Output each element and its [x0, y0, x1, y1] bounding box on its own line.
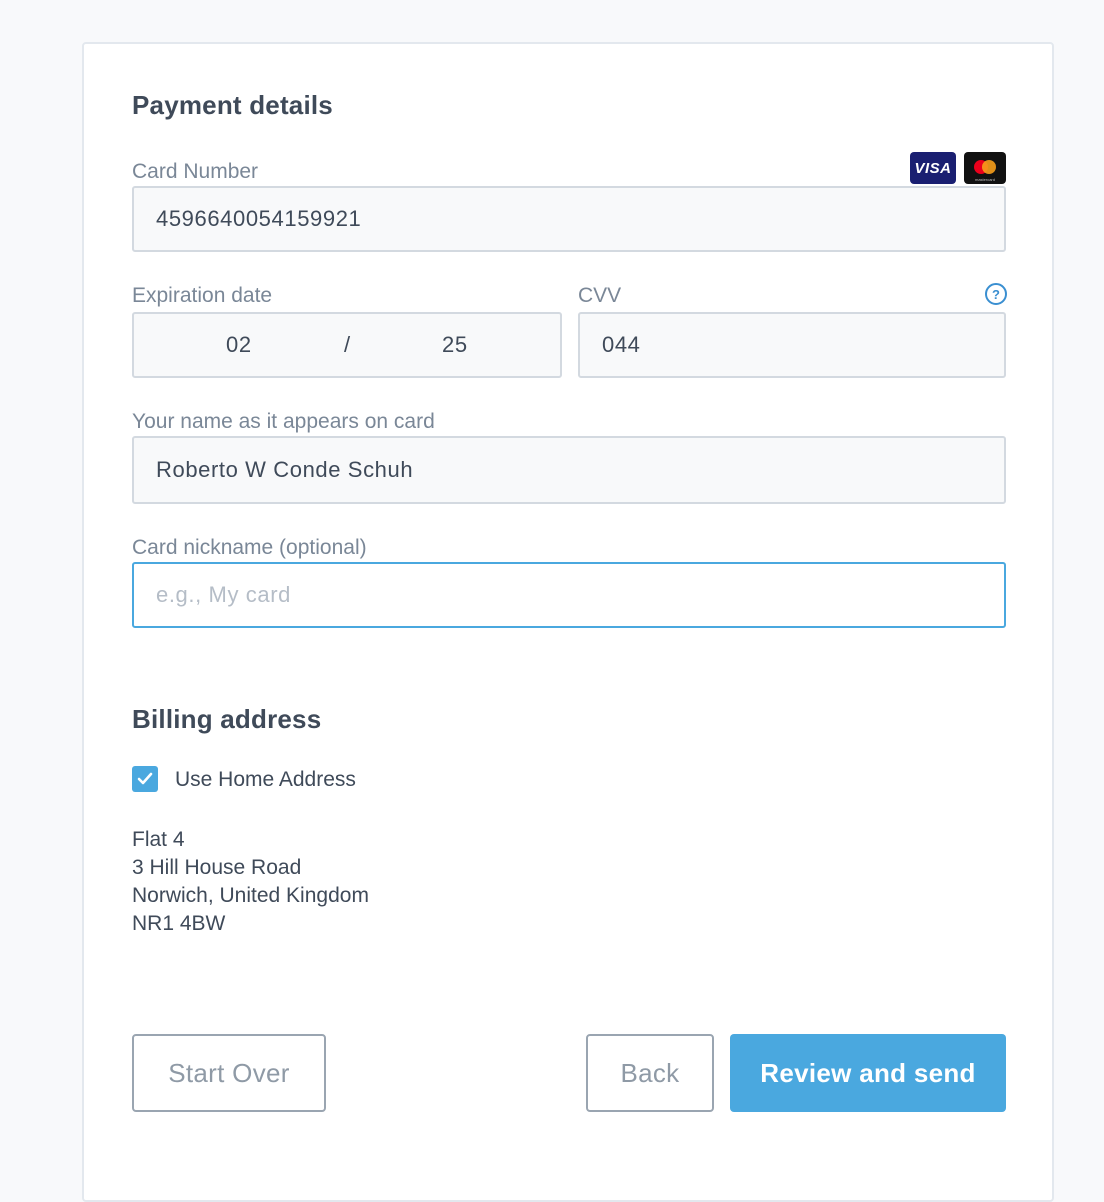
review-and-send-button[interactable]: Review and send — [730, 1034, 1006, 1112]
cvv-field[interactable]: 044 — [578, 312, 1006, 378]
address-line: NR1 4BW — [132, 912, 226, 935]
exp-separator: / — [344, 332, 351, 357]
card-nickname-input[interactable]: e.g., My card — [132, 562, 1006, 628]
cardholder-name-value: Roberto W Conde Schuh — [156, 457, 414, 482]
exp-year-input[interactable]: 25 — [442, 314, 468, 376]
card-number-label: Card Number — [132, 160, 259, 183]
name-label: Your name as it appears on card — [132, 410, 435, 433]
visa-icon: VISA — [910, 152, 956, 184]
help-icon[interactable]: ? — [985, 283, 1007, 305]
expiration-label: Expiration date — [132, 284, 273, 307]
checkmark-icon — [137, 772, 153, 785]
back-button[interactable]: Back — [586, 1034, 714, 1112]
cvv-label: CVV — [578, 284, 622, 307]
address-line: Norwich, United Kingdom — [132, 884, 369, 907]
cvv-value: 044 — [602, 332, 641, 357]
card-number-field[interactable]: 4596640054159921 — [132, 186, 1006, 252]
payment-details-title: Payment details — [132, 90, 333, 120]
expiration-field[interactable]: 02 / 25 — [132, 312, 562, 378]
cardholder-name-field[interactable]: Roberto W Conde Schuh — [132, 436, 1006, 504]
card-number-value: 4596640054159921 — [156, 206, 362, 231]
address-line: 3 Hill House Road — [132, 856, 302, 879]
exp-month-input[interactable]: 02 — [226, 314, 252, 376]
mastercard-icon: mastercard — [964, 152, 1006, 184]
use-home-address-checkbox[interactable] — [132, 766, 158, 792]
billing-address-title: Billing address — [132, 704, 322, 734]
nickname-placeholder: e.g., My card — [156, 582, 291, 607]
start-over-button[interactable]: Start Over — [132, 1034, 326, 1112]
address-line: Flat 4 — [132, 828, 185, 851]
billing-address-block: Flat 4 3 Hill House Road Norwich, United… — [132, 826, 369, 938]
nickname-label: Card nickname (optional) — [132, 536, 367, 559]
use-home-address-label[interactable]: Use Home Address — [175, 768, 356, 792]
